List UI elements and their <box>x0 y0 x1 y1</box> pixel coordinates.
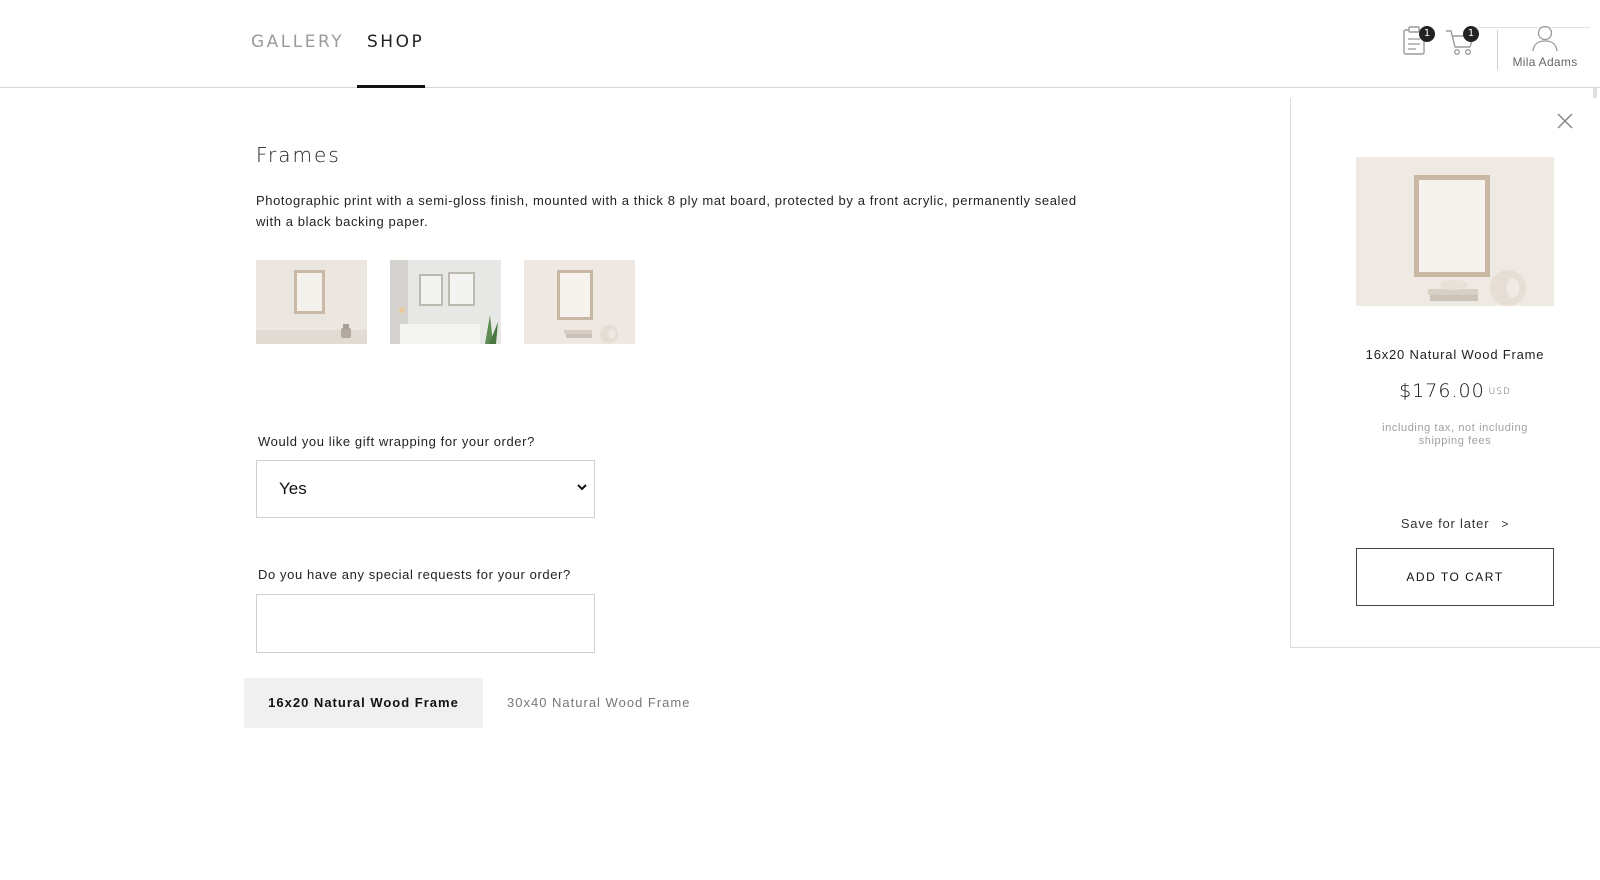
save-for-later-link[interactable]: Save for later > <box>1300 516 1600 531</box>
frame-image <box>390 260 501 344</box>
header-divider <box>1497 30 1498 70</box>
tax-note: including tax, not including shipping fe… <box>1382 422 1528 447</box>
scrollbar[interactable] <box>1593 88 1597 98</box>
panel-product-image <box>1356 157 1554 306</box>
frame-image <box>524 260 635 344</box>
user-name: Mila Adams <box>1512 55 1578 69</box>
price-currency: USD <box>1488 386 1511 397</box>
product-thumbnail-2[interactable] <box>390 260 501 344</box>
product-description: Photographic print with a semi-gloss fin… <box>256 193 1077 229</box>
price-value: $176.00 <box>1399 380 1485 402</box>
page-title: Frames <box>256 143 341 167</box>
cart-button[interactable]: 1 <box>1443 24 1479 58</box>
tab-shop[interactable]: SHOP <box>367 32 424 52</box>
chevron-down-icon <box>577 484 587 491</box>
close-icon[interactable] <box>1555 111 1575 131</box>
tab-gallery[interactable]: GALLERY <box>251 32 344 52</box>
orders-count-badge: 1 <box>1419 26 1435 42</box>
variant-option-30x40[interactable]: 30x40 Natural Wood Frame <box>507 678 690 728</box>
user-icon <box>1532 25 1558 52</box>
frame-image <box>256 260 367 344</box>
active-tab-indicator <box>357 85 425 88</box>
product-thumbnail-3[interactable] <box>524 260 635 344</box>
panel-product-name: 16x20 Natural Wood Frame <box>1365 347 1545 362</box>
special-requests-input[interactable] <box>256 594 595 653</box>
top-header: GALLERY SHOP 1 1 Mila Adams <box>0 0 1600 88</box>
orders-button[interactable]: 1 <box>1398 24 1435 58</box>
save-for-later-label: Save for later <box>1400 516 1490 531</box>
frame-image <box>1356 157 1554 306</box>
chevron-right-icon: > <box>1501 517 1510 531</box>
special-requests-question: Do you have any special requests for you… <box>258 567 571 582</box>
panel-price: $176.00 USD <box>1300 380 1600 402</box>
variant-option-16x20[interactable]: 16x20 Natural Wood Frame <box>244 678 483 728</box>
gift-wrap-select[interactable]: Yes <box>256 460 595 518</box>
gift-wrap-selected-value: Yes <box>279 479 307 498</box>
add-to-cart-button[interactable]: ADD TO CART <box>1356 548 1554 606</box>
product-thumbnail-1[interactable] <box>256 260 367 344</box>
gift-wrap-question: Would you like gift wrapping for your or… <box>258 434 535 449</box>
cart-count-badge: 1 <box>1463 26 1479 42</box>
